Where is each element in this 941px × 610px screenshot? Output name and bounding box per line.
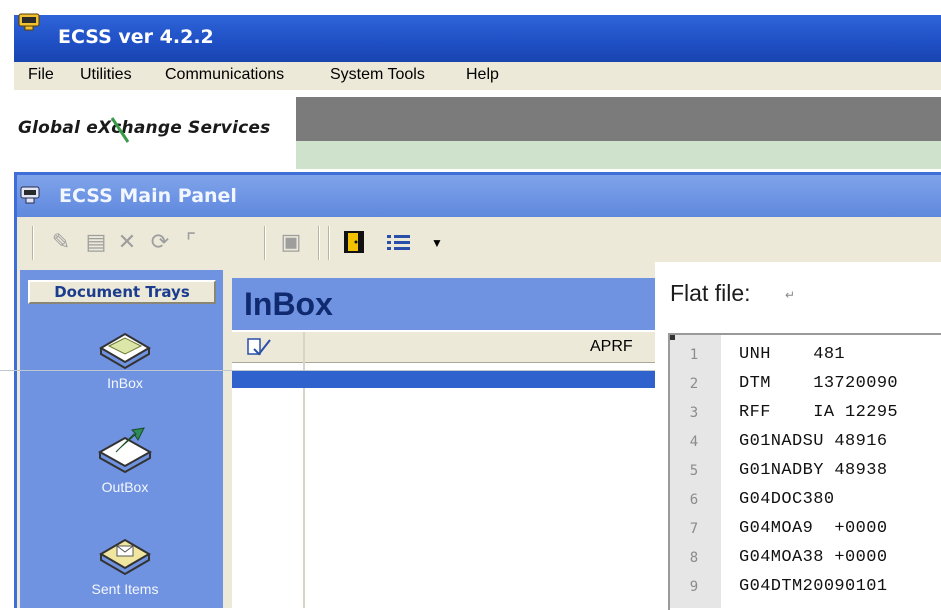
code-line: G01NADBY 48938 <box>739 461 888 480</box>
code-line: G04MOA38 +0000 <box>739 548 888 567</box>
read-status-column-icon[interactable] <box>246 337 272 357</box>
sidebar-item-label: Sent Items <box>91 581 159 597</box>
toolbar-separator <box>264 226 266 260</box>
gxs-logo: Global eXchange Services <box>18 118 271 138</box>
code-line: G01NADSU 48916 <box>739 432 888 451</box>
view-list-icon[interactable] <box>386 233 412 253</box>
logo-x-mark-icon <box>110 117 130 143</box>
line-number: 6 <box>689 492 699 508</box>
panel-icon <box>20 186 40 204</box>
main-panel-titlebar[interactable]: ECSS Main Panel <box>17 175 941 217</box>
viewer-corner-marker <box>670 335 675 340</box>
window-title: ECSS ver 4.2.2 <box>58 26 214 48</box>
menu-utilities[interactable]: Utilities <box>80 66 132 84</box>
sidebar-item-sent-items[interactable]: Sent Items <box>60 530 190 597</box>
view-dropdown-chevron-down-icon[interactable]: ▼ <box>431 236 443 250</box>
window-titlebar[interactable]: ECSS ver 4.2.2 <box>14 15 941 62</box>
code-line: DTM 13720090 <box>739 374 899 393</box>
print-icon[interactable]: ▣ <box>278 229 304 255</box>
column-aprf[interactable]: APRF <box>590 338 633 356</box>
banner-gray-band <box>296 97 941 141</box>
toolbar-separator <box>328 226 330 260</box>
code-line: RFF IA 12295 <box>739 403 899 422</box>
line-number: 2 <box>689 376 699 392</box>
line-number: 7 <box>689 521 699 537</box>
line-number: 1 <box>689 347 699 363</box>
inbox-tray-icon <box>99 332 151 370</box>
menu-communications[interactable]: Communications <box>165 66 284 84</box>
code-line: UNH 481 <box>739 345 846 364</box>
code-line: G04DTM20090101 <box>739 577 888 596</box>
line-number: 5 <box>689 463 699 479</box>
selected-table-row[interactable] <box>232 370 662 388</box>
menu-bar: File Utilities Communications System Too… <box>14 62 941 91</box>
new-document-icon[interactable]: ✎ <box>48 229 74 255</box>
menu-file[interactable]: File <box>28 66 54 84</box>
menu-help[interactable]: Help <box>466 66 499 84</box>
sidebar-item-label: InBox <box>107 375 143 391</box>
sidebar-item-label: OutBox <box>101 479 149 495</box>
inbox-title: InBox <box>244 286 333 322</box>
main-panel-title: ECSS Main Panel <box>59 185 237 207</box>
edit-document-icon[interactable]: ▤ <box>83 229 109 255</box>
sent-items-icon <box>99 538 151 576</box>
document-trays-button[interactable]: Document Trays <box>28 280 216 304</box>
menu-system-tools[interactable]: System Tools <box>330 66 425 84</box>
toolbar-separator <box>32 226 34 260</box>
line-number: 3 <box>689 405 699 421</box>
toolbar-separator <box>318 226 320 260</box>
line-number: 9 <box>689 579 699 595</box>
delete-icon[interactable]: ✕ <box>114 229 140 255</box>
banner-green-band <box>296 141 941 169</box>
sidebar-item-inbox[interactable]: InBox <box>60 322 190 391</box>
line-number: 8 <box>689 550 699 566</box>
exit-door-icon[interactable] <box>343 230 365 254</box>
code-line: G04DOC380 <box>739 490 835 509</box>
return-mark-icon: ↵ <box>785 288 796 302</box>
outbox-tray-icon <box>97 427 153 474</box>
send-receive-icon[interactable]: ⟳ <box>147 229 173 255</box>
sidebar-item-outbox[interactable]: OutBox <box>60 424 190 495</box>
map-icon[interactable]: ⌜ <box>178 229 204 255</box>
flat-file-label: Flat file: <box>670 280 751 306</box>
code-line: G04MOA9 +0000 <box>739 519 888 538</box>
app-icon <box>18 13 40 31</box>
line-number: 4 <box>689 434 699 450</box>
